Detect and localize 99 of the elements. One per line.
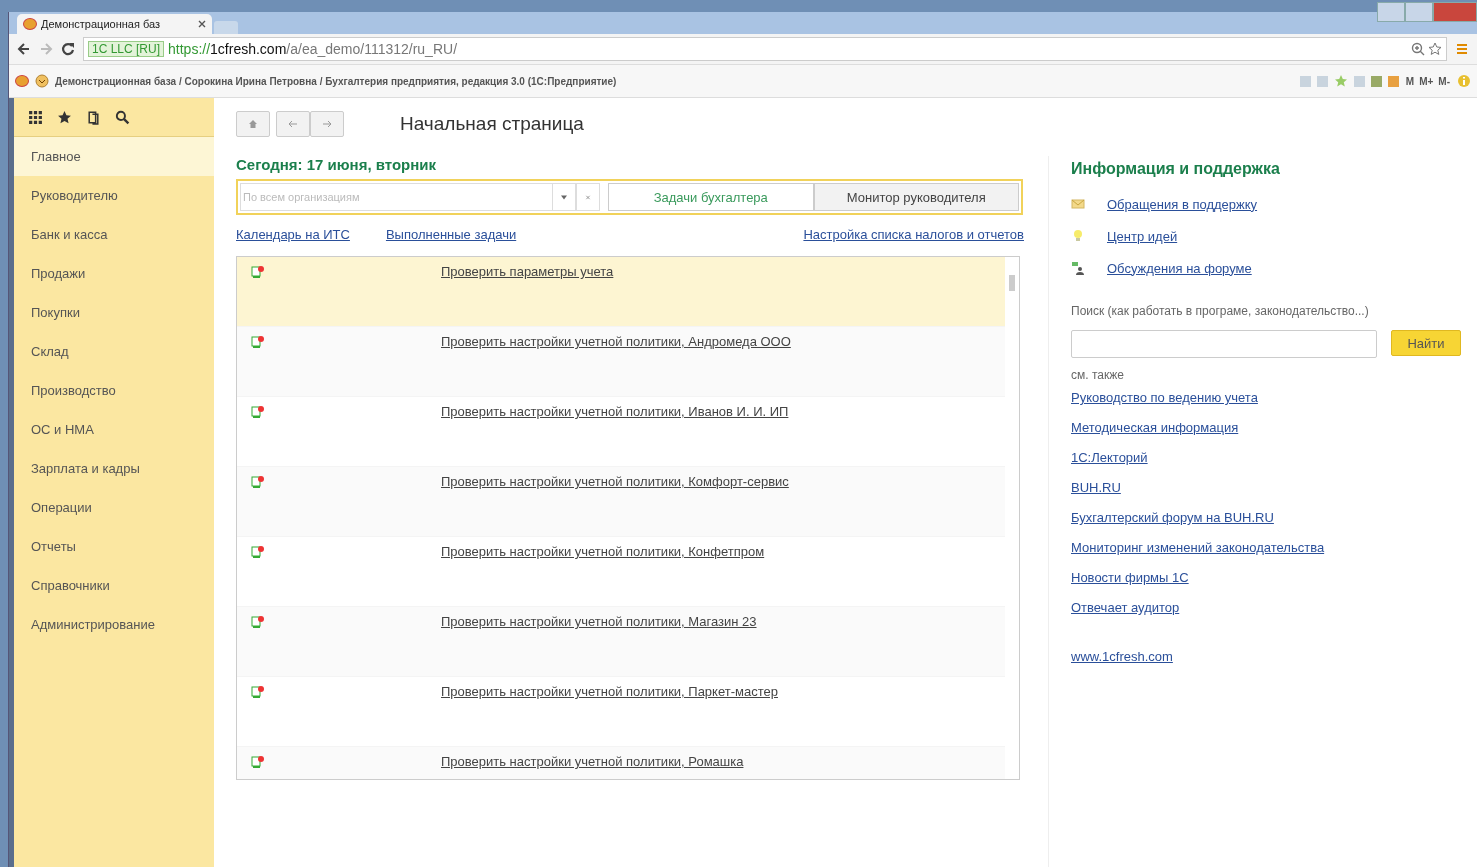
task-link[interactable]: Проверить настройки учетной политики, Иванов И. И. ИП [441, 404, 789, 419]
clear-button[interactable] [576, 183, 600, 211]
sidebar-item[interactable]: Руководителю [14, 176, 214, 215]
forward-button[interactable] [310, 111, 344, 137]
task-link[interactable]: Проверить настройки учетной политики, Магазин 23 [441, 614, 757, 629]
page-title: Начальная страница [400, 113, 584, 135]
task-link[interactable]: Проверить параметры учета [441, 264, 614, 279]
star-icon[interactable] [1333, 74, 1348, 88]
search-field[interactable] [1071, 330, 1377, 358]
minimize-button[interactable] [1377, 2, 1405, 22]
task-icon [251, 335, 265, 349]
app-logo-icon [23, 18, 37, 30]
sidebar-item[interactable]: Склад [14, 332, 214, 371]
task-row[interactable]: Проверить настройки учетной политики, Ромашка [237, 747, 1005, 779]
task-icon [251, 405, 265, 419]
link[interactable]: Мониторинг изменений законодательства [1071, 540, 1325, 555]
link[interactable]: Методическая информация [1071, 420, 1239, 435]
info-icon[interactable] [1457, 74, 1471, 88]
sidebar-item[interactable]: Справочники [14, 566, 214, 605]
reload-icon[interactable] [61, 42, 75, 56]
sidebar-item[interactable]: Главное [14, 137, 214, 176]
browser-tab[interactable]: Демонстрационная баз [17, 14, 212, 34]
sidebar-item[interactable]: Администрирование [14, 605, 214, 644]
forward-arrow-icon[interactable] [39, 42, 53, 56]
grid-menu-icon[interactable] [28, 109, 43, 125]
clear-icon [585, 194, 591, 200]
tab[interactable]: Монитор руководителя [813, 183, 1019, 211]
task-row[interactable]: Проверить настройки учетной политики, Комфорт-сервис [237, 467, 1005, 537]
dropdown-icon[interactable] [35, 74, 49, 88]
section-heading: Информация и поддержка [1071, 160, 1281, 178]
person-chat-icon [1071, 261, 1085, 275]
link[interactable]: 1С:Лекторий [1071, 450, 1148, 465]
link[interactable]: Руководство по ведению учета [1071, 390, 1258, 405]
link[interactable]: Обсуждения на форуме [1107, 260, 1252, 276]
maximize-button[interactable] [1405, 2, 1433, 22]
search-label: Поиск (как работать в програме, законодательство...) [1071, 304, 1370, 318]
website-link[interactable]: www.1cfresh.com [1071, 649, 1173, 664]
sidebar-item[interactable]: Операции [14, 488, 214, 527]
tab-title: Демонстрационная баз [41, 18, 162, 30]
date-heading: Сегодня: 17 июня, вторник [236, 156, 437, 173]
zoom-icon[interactable] [1411, 42, 1425, 56]
task-icon [251, 545, 265, 559]
memory-button[interactable]: M [1404, 75, 1416, 87]
memory-button[interactable]: M+ [1418, 75, 1435, 87]
left-arrow-icon [287, 118, 299, 130]
right-arrow-icon [321, 118, 333, 130]
find-button[interactable]: Найти [1391, 330, 1461, 356]
task-link[interactable]: Проверить настройки учетной политики, Ромашка [441, 754, 744, 769]
close-icon[interactable] [198, 20, 206, 28]
new-tab-button[interactable] [214, 21, 238, 34]
dropdown-button[interactable] [552, 183, 576, 211]
organization-field[interactable]: По всем организациям [240, 183, 552, 211]
memory-button[interactable]: M- [1437, 75, 1451, 87]
link[interactable]: Новости фирмы 1С [1071, 570, 1189, 585]
history-icon[interactable] [86, 109, 101, 125]
task-icon [251, 475, 265, 489]
star-icon[interactable] [1428, 42, 1442, 56]
link[interactable]: Выполненные задачи [385, 227, 517, 242]
link[interactable]: Отвечает аудитор [1071, 600, 1180, 615]
app-logo-icon[interactable] [15, 75, 29, 87]
link[interactable]: BUH.RU [1071, 480, 1121, 495]
task-icon [251, 755, 265, 769]
sidebar-item[interactable]: Отчеты [14, 527, 214, 566]
task-link[interactable]: Проверить настройки учетной политики, Конфетпром [441, 544, 765, 559]
link[interactable]: Настройка списка налогов и отчетов [803, 227, 1024, 242]
sidebar-item[interactable]: Зарплата и кадры [14, 449, 214, 488]
sidebar-item[interactable]: Продажи [14, 254, 214, 293]
sidebar-item[interactable]: ОС и НМА [14, 410, 214, 449]
link[interactable]: Бухгалтерский форум на BUH.RU [1071, 510, 1274, 525]
task-icon [251, 265, 265, 279]
close-button[interactable] [1433, 2, 1477, 22]
task-row[interactable]: Проверить настройки учетной политики, Андромеда ООО [237, 327, 1005, 397]
task-icon [251, 685, 265, 699]
tab[interactable]: Задачи бухгалтера [608, 183, 814, 211]
sidebar-item[interactable]: Банк и касса [14, 215, 214, 254]
see-also-label: см. также [1071, 368, 1125, 382]
link[interactable]: Календарь на ИТС [236, 227, 350, 242]
back-button[interactable] [276, 111, 310, 137]
envelope-icon [1071, 197, 1085, 211]
task-icon [251, 615, 265, 629]
task-link[interactable]: Проверить настройки учетной политики, Паркет-мастер [441, 684, 778, 699]
sidebar-item[interactable]: Покупки [14, 293, 214, 332]
link[interactable]: Обращения в поддержку [1107, 196, 1258, 212]
link[interactable]: Центр идей [1107, 228, 1178, 244]
home-icon [247, 118, 259, 130]
star-icon[interactable] [57, 109, 72, 125]
task-link[interactable]: Проверить настройки учетной политики, Комфорт-сервис [441, 474, 789, 489]
app-title: Демонстрационная база / Сорокина Ирина Петровна / Бухгалтерия предприятия, редакция 3.0 (1С:Предприятие) [55, 75, 618, 87]
task-link[interactable]: Проверить настройки учетной политики, Андромеда ООО [441, 334, 791, 349]
task-row[interactable]: Проверить параметры учета [237, 257, 1005, 327]
search-icon[interactable] [115, 109, 130, 125]
lightbulb-icon [1071, 229, 1085, 243]
address-bar[interactable]: 1C LLC [RU] https://1cfresh.com/a/ea_demo/111312/ru_RU/ [83, 37, 1447, 61]
sidebar-item[interactable]: Производство [14, 371, 214, 410]
task-row[interactable]: Проверить настройки учетной политики, Магазин 23 [237, 607, 1005, 677]
back-arrow-icon[interactable] [17, 42, 31, 56]
caret-icon [561, 194, 567, 200]
home-button[interactable] [236, 111, 270, 137]
menu-icon[interactable] [1455, 42, 1469, 56]
